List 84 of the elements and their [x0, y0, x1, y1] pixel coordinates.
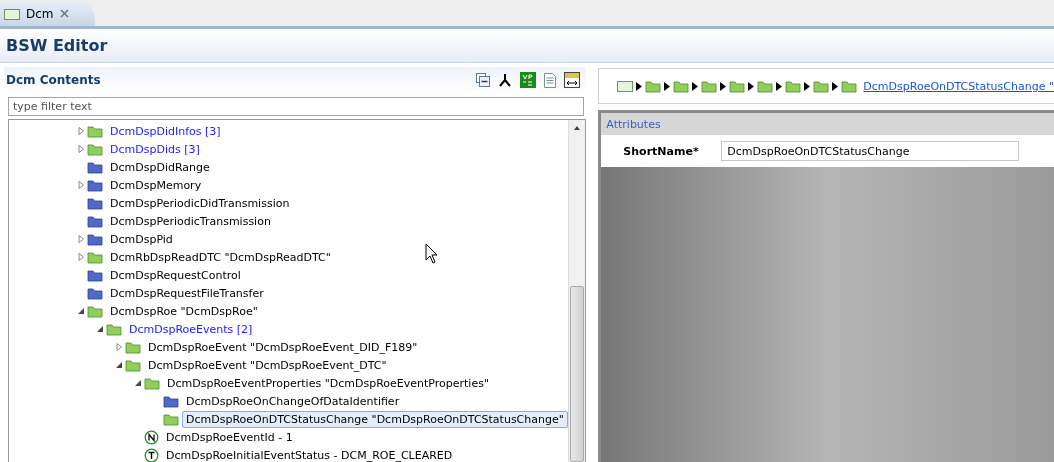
expand-icon[interactable] [77, 127, 85, 135]
tree-item[interactable]: DcmDspMemory [106, 176, 206, 194]
tree-item[interactable]: DcmDspPeriodicTransmission [106, 212, 275, 230]
tree-item[interactable]: DcmDspRoeEvents [2] [125, 320, 257, 338]
vp-res-icon[interactable] [520, 72, 537, 88]
input-field[interactable]: DcmDspRoeOnDTCStatusChange [721, 141, 1020, 161]
close-icon[interactable] [59, 9, 69, 18]
mouse-pointer-icon [425, 243, 439, 265]
separator-arrow-icon [776, 81, 783, 91]
tree-item[interactable]: DcmDspRoe "DcmDspRoe" [106, 302, 262, 320]
section-title: Attributes [606, 117, 661, 131]
folder-icon [87, 124, 103, 138]
number-icon [144, 429, 159, 445]
folder-icon [813, 79, 830, 93]
separator-arrow-icon [748, 81, 755, 91]
tree-item[interactable]: DcmDspRoeEvent "DcmDspRoeEvent_DTC" [144, 356, 391, 374]
tree-item[interactable]: DcmDspRoeEvent "DcmDspRoeEvent_DID_F189" [144, 338, 422, 356]
tree-item[interactable]: DcmDspRoeEventId - 1 [162, 428, 297, 446]
folder-icon [87, 304, 103, 318]
collapse-all-icon[interactable] [476, 73, 491, 87]
tree-item[interactable]: DcmDspRequestControl [106, 266, 245, 284]
tree-item[interactable]: DcmDspRoeOnDTCStatusChange "DcmDspRoeOnDTCStatusChange" [182, 410, 568, 428]
folder-icon [125, 340, 141, 354]
folder-icon [87, 196, 103, 210]
folder-icon [87, 214, 103, 228]
expand-icon[interactable] [77, 235, 85, 243]
folder-icon [144, 376, 160, 390]
collapse-icon[interactable] [115, 361, 123, 369]
collapse-icon[interactable] [77, 307, 85, 315]
tree-item[interactable]: DcmDspDidInfos [3] [106, 122, 225, 140]
tree-item[interactable]: DcmDspPeriodicDidTransmission [106, 194, 294, 212]
tree-item[interactable]: DcmDspRoeInitialEventStatus - DCM_ROE_CLEARED [162, 446, 457, 462]
editor-title: BSW Editor [6, 36, 108, 55]
folder-icon [701, 79, 718, 93]
folder-icon [729, 79, 746, 93]
expand-icon[interactable] [77, 253, 85, 261]
folder-icon [163, 412, 179, 426]
expand-icon[interactable] [77, 145, 85, 153]
separator-arrow-icon [664, 81, 671, 91]
fork-icon[interactable] [498, 72, 513, 88]
expand-icon[interactable] [77, 181, 85, 189]
filter-field[interactable]: type filter text [8, 97, 585, 116]
section-title: Dcm Contents [6, 73, 101, 87]
tree-item[interactable]: DcmDspRoeOnChangeOfDataIdentifier [182, 392, 404, 410]
editor-icon[interactable] [617, 80, 634, 92]
folder-icon [645, 79, 662, 93]
column-width-icon[interactable] [564, 72, 581, 88]
folder-icon [163, 394, 179, 408]
collapse-icon[interactable] [134, 379, 142, 387]
folder-icon [87, 142, 103, 156]
scroll-thumb[interactable] [570, 286, 585, 462]
tree-item[interactable]: DcmDspDidRange [106, 158, 214, 176]
folder-icon [87, 250, 103, 264]
folder-icon [673, 79, 690, 93]
expand-icon[interactable] [115, 343, 123, 351]
folder-icon [757, 79, 774, 93]
separator-arrow-icon [692, 81, 699, 91]
document-icon[interactable] [544, 72, 557, 88]
separator-arrow-icon [804, 81, 811, 91]
collapse-icon[interactable] [96, 325, 104, 333]
tree-item[interactable]: DcmDspRoeEventProperties "DcmDspRoeEventProperties" [163, 374, 493, 392]
field-label: ShortName* [623, 144, 700, 158]
text-icon [144, 447, 159, 462]
separator-arrow-icon [720, 81, 727, 91]
folder-icon [87, 268, 103, 282]
breadcrumb-link[interactable]: DcmDspRoeOnDTCStatusChange " [863, 79, 1054, 93]
folder-icon [125, 358, 141, 372]
separator-arrow-icon [636, 81, 643, 91]
editor-icon [4, 7, 20, 20]
folder-icon [785, 79, 802, 93]
tree-item[interactable]: DcmRbDspReadDTC "DcmDspReadDTC" [106, 248, 335, 266]
editor-tab[interactable]: Dcm [0, 1, 95, 26]
folder-icon [841, 79, 858, 93]
folder-icon [106, 322, 122, 336]
folder-icon [87, 286, 103, 300]
scrollbar[interactable] [568, 120, 586, 462]
tree-item[interactable]: DcmDspPid [106, 230, 177, 248]
folder-icon [87, 160, 103, 174]
tab-label: Dcm [26, 6, 54, 21]
folder-icon [87, 232, 103, 246]
folder-icon [87, 178, 103, 192]
tree-item[interactable]: DcmDspDids [3] [106, 140, 204, 158]
tree-item[interactable]: DcmDspRequestFileTransfer [106, 284, 268, 302]
separator-arrow-icon [832, 81, 839, 91]
